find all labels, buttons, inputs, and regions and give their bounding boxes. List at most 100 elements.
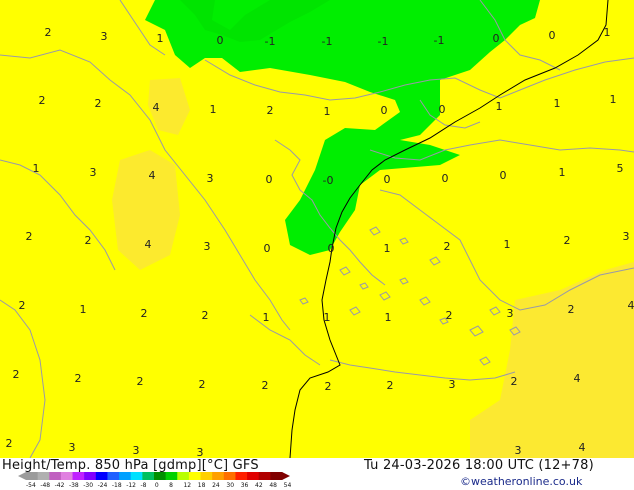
temperature-label: 2 [568,303,575,316]
temperature-label: 3 [197,446,204,458]
temperature-label: 1 [324,311,331,324]
warmer-zone-west [112,150,180,270]
temperature-label: 0 [381,104,388,117]
colorbar-swatch [154,472,167,480]
temperature-label: 0 [217,34,224,47]
temperature-label: 0 [493,32,500,45]
colorbar-swatch [60,472,74,480]
temperature-label: 2 [13,368,20,381]
map-title: Height/Temp. 850 hPa [gdmp][°C] GFS [2,458,259,473]
temperature-label: 3 [623,230,630,243]
temperature-label: 2 [446,309,453,322]
temperature-label: 1 [604,26,611,39]
colorbar-swatch [130,472,143,480]
temperature-label: 1 [210,103,217,116]
temperature-field-map: 2 3 1 0 -1 -1 -1 -1 0 0 1 2 2 4 1 2 1 0 0 1 1 1 1 3 4 3 0 -0 0 0 0 1 5 2 2… [0,0,634,458]
colorbar-tick-label: 48 [269,482,277,489]
colorbar-left-arrow [18,472,26,480]
temperature-label: 0 [442,172,449,185]
colorbar-swatch [84,472,97,480]
colorbar [18,472,290,480]
temperature-label: 1 [263,311,270,324]
footer-bar: Height/Temp. 850 hPa [gdmp][°C] GFS Tu 2… [0,458,634,490]
temperature-label: 3 [207,172,214,185]
temperature-label: 2 [444,240,451,253]
temperature-label: 3 [449,378,456,391]
temperature-label: 1 [504,238,511,251]
temperature-label: 1 [324,105,331,118]
colorbar-swatch [177,472,190,480]
temperature-label: 0 [384,173,391,186]
weather-map: 2 3 1 0 -1 -1 -1 -1 0 0 1 2 2 4 1 2 1 0 0 1 1 1 1 3 4 3 0 -0 0 0 0 1 5 2 2… [0,0,634,458]
temperature-label: 3 [204,240,211,253]
colorbar-swatch [72,472,85,480]
colorbar-right-arrow [282,472,290,480]
colorbar-tick-label: 30 [226,482,235,489]
temperature-label: 0 [328,242,335,255]
temperature-label: 5 [617,162,624,175]
temperature-label: 4 [153,101,160,114]
temperature-label: 1 [496,100,503,113]
colorbar-tick-label: -12 [126,482,137,489]
colorbar-swatch [258,472,271,480]
temperature-label: 2 [387,379,394,392]
credit-link[interactable]: ©weatheronline.co.uk [460,475,582,488]
temperature-label: 3 [133,444,140,457]
temperature-label: 3 [101,30,108,43]
colorbar-tick-label: -48 [40,482,51,489]
colorbar-tick-label: -18 [111,482,122,489]
temperature-label: 2 [75,372,82,385]
temperature-label: 2 [95,97,102,110]
temperature-label: 0 [439,103,446,116]
colorbar-tick-label: 36 [240,482,249,489]
colorbar-ticks: -54 -48 -42 -38 -30 -24 -18 -12 -8 0 8 12 18 24 30 36 42… [18,482,298,490]
temperature-label: 2 [19,299,26,312]
colorbar-swatch [119,472,132,480]
colorbar-swatch [95,472,108,480]
colorbar-tick-label: -54 [26,482,36,489]
temperature-label: 2 [39,94,46,107]
temperature-label: 3 [90,166,97,179]
colorbar-tick-label: 24 [212,482,220,489]
temperature-label: -1 [434,34,445,47]
temperature-label: 3 [515,444,522,457]
temperature-label: 1 [610,93,617,106]
temperature-label: 0 [266,173,273,186]
temperature-label: 4 [145,238,152,251]
temperature-label: 2 [26,230,33,243]
valid-time: Tu 24-03-2026 18:00 UTC (12+78) [364,458,594,473]
colorbar-swatch [223,472,236,480]
colorbar-tick-label: -30 [83,482,94,489]
temperature-label: -1 [265,35,276,48]
temperature-label: 1 [80,303,87,316]
colorbar-tick-label: 42 [255,482,263,489]
colorbar-tick-label: -42 [54,482,65,489]
colorbar-swatch [142,472,155,480]
temperature-label: 1 [384,242,391,255]
colorbar-swatch [235,472,248,480]
temperature-label: 4 [579,441,586,454]
colorbar-swatch [107,472,120,480]
colorbar-tick-label: 12 [183,482,192,489]
temperature-label: 2 [6,437,13,450]
temperature-label: 2 [267,104,274,117]
colorbar-swatch [270,472,283,480]
colorbar-tick-label: -38 [68,482,79,489]
temperature-label: 3 [507,307,514,320]
temperature-label: 1 [385,311,392,324]
colorbar-tick-label: 18 [197,482,206,489]
colorbar-swatch [165,472,178,480]
temperature-label: 2 [325,380,332,393]
colorbar-tick-label: 54 [283,482,292,489]
colorbar-swatch [26,472,39,480]
colorbar-swatch [37,472,50,480]
temperature-label: 2 [511,375,518,388]
temperature-label: 2 [262,379,269,392]
colorbar-swatch [188,472,202,480]
colorbar-tick-label: 8 [169,482,173,489]
temperature-label: -0 [323,174,334,187]
temperature-label: 1 [554,97,561,110]
temperature-label: 2 [141,307,148,320]
temperature-label: -1 [322,35,333,48]
temperature-label: 1 [559,166,566,179]
